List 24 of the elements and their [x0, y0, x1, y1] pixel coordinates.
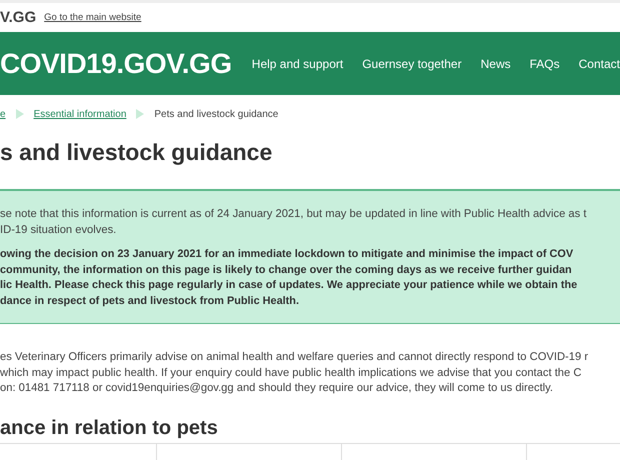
- notice-text: owing the decision on 23 January 2021 for an immediate lockdown to mitigate and minimise the impact of COV: [0, 247, 574, 262]
- breadcrumb-link[interactable]: Essential information: [34, 108, 126, 120]
- chevron-icon: [16, 109, 24, 119]
- nav-link[interactable]: FAQs: [530, 56, 560, 70]
- site-logo[interactable]: V.GG: [0, 9, 36, 26]
- nav-link[interactable]: News: [480, 56, 511, 70]
- chevron-icon: [136, 109, 144, 119]
- nav-link[interactable]: Help and support: [252, 56, 344, 70]
- site-logo[interactable]: COVID19.GOV.GG: [0, 48, 252, 80]
- body-text: on: 01481 717118 or covid19enquiries@gov.gg and should they require our advice, they will come to us directly.: [0, 381, 554, 396]
- notice-text: se note that this information is current as of 24 January 2021, but may be updated in line with Public Health advice as t: [0, 207, 588, 222]
- body-text: es Veterinary Officers primarily advise on animal health and welfare queries and cannot directly respond to COVID-19 r: [0, 350, 590, 365]
- notice-text: dance in respect of pets and livestock from Public Health.: [0, 294, 300, 308]
- notice-text: lic Health. Please check this page regularly in case of updates. We appreciate your patience while we obtain the: [0, 278, 578, 293]
- body-text: which may impact public health. If your enquiry could have public health implications we advise that you contact the C: [0, 366, 582, 380]
- notice-text: ID-19 situation evolves.: [0, 222, 118, 238]
- nav-link[interactable]: Contact: [578, 56, 620, 70]
- page-title: s and livestock guidance: [0, 139, 274, 167]
- breadcrumb-link[interactable]: e: [0, 108, 6, 120]
- breadcrumb-current: Pets and livestock guidance: [154, 108, 278, 120]
- nav-link[interactable]: Guernsey together: [362, 56, 462, 70]
- notice-text: community, the information on this page is likely to change over the coming days as we receive further guidan: [0, 262, 573, 278]
- section-heading: ance in relation to pets: [0, 416, 219, 440]
- main-website-link[interactable]: Go to the main website: [44, 12, 142, 23]
